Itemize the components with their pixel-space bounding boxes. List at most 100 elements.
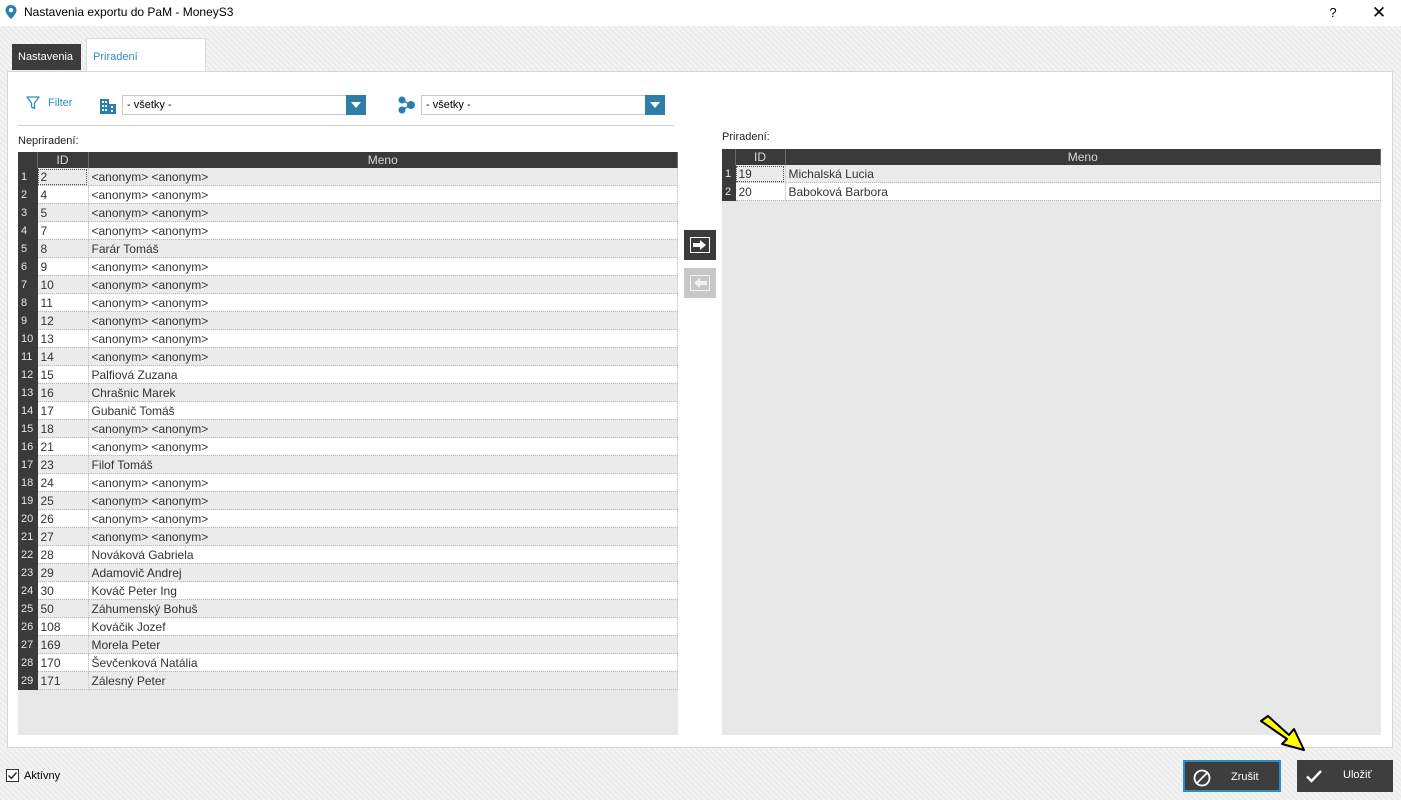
chevron-down-icon[interactable]	[645, 95, 665, 115]
table-row[interactable]: 17 23 Filof Tomáš	[18, 455, 678, 474]
table-row[interactable]: 19 25 <anonym> <anonym>	[18, 491, 678, 510]
cell-meno: <anonym> <anonym>	[88, 491, 678, 510]
table-row[interactable]: 28 170 Ševčenková Natália	[18, 653, 678, 672]
table-row[interactable]: 10 13 <anonym> <anonym>	[18, 329, 678, 348]
table-row[interactable]: 12 15 Palfiová Zuzana	[18, 365, 678, 384]
cell-id: 25	[37, 491, 89, 510]
chevron-down-icon[interactable]	[346, 95, 366, 115]
row-number: 4	[18, 221, 38, 240]
table-row[interactable]: 5 8 Farár Tomáš	[18, 239, 678, 258]
table-row[interactable]: 16 21 <anonym> <anonym>	[18, 437, 678, 456]
table-row[interactable]: 22 28 Nováková Gabriela	[18, 545, 678, 564]
assigned-grid[interactable]: ID Meno 1 19 Michalská Lucia 2 20 Baboková Ba…	[722, 149, 1381, 735]
table-row[interactable]: 15 18 <anonym> <anonym>	[18, 419, 678, 438]
row-number: 8	[18, 293, 38, 312]
window-title: Nastavenia exportu do PaM - MoneyS3	[24, 5, 234, 19]
unassign-button[interactable]	[684, 268, 716, 298]
title-bar: Nastavenia exportu do PaM - MoneyS3 ? ✕	[0, 0, 1401, 26]
cell-meno: <anonym> <anonym>	[88, 293, 678, 312]
table-row[interactable]: 3 5 <anonym> <anonym>	[18, 203, 678, 222]
cell-meno: Morela Peter	[88, 635, 678, 654]
cell-id: 9	[37, 257, 89, 276]
table-row[interactable]: 29 171 Zálesný Peter	[18, 671, 678, 690]
assign-button[interactable]	[684, 230, 716, 260]
cell-meno: Palfiová Zuzana	[88, 365, 678, 384]
group-combo[interactable]: - všetky -	[421, 95, 665, 115]
row-number: 18	[18, 473, 38, 492]
table-row[interactable]: 11 14 <anonym> <anonym>	[18, 347, 678, 366]
help-button[interactable]: ?	[1310, 0, 1356, 26]
cell-meno: <anonym> <anonym>	[88, 185, 678, 204]
cell-meno: <anonym> <anonym>	[88, 419, 678, 438]
building-icon	[100, 99, 116, 114]
cell-id: 11	[37, 293, 89, 312]
close-button[interactable]: ✕	[1356, 0, 1401, 26]
cell-meno: Kováčik Jozef	[88, 617, 678, 636]
table-row[interactable]: 23 29 Adamovič Andrej	[18, 563, 678, 582]
app-pin-icon	[5, 5, 17, 19]
save-button[interactable]: Uložiť	[1297, 760, 1393, 792]
cell-id: 19	[735, 165, 786, 183]
cell-meno: <anonym> <anonym>	[88, 347, 678, 366]
table-row[interactable]: 13 16 Chrašnic Marek	[18, 383, 678, 402]
cell-meno: Baboková Barbora	[785, 182, 1381, 201]
unassigned-grid[interactable]: ID Meno 1 2 <anonym> <anonym> 2 4 <anonym> <a…	[18, 152, 678, 735]
active-checkbox[interactable]	[6, 769, 19, 782]
table-row[interactable]: 1 19 Michalská Lucia	[722, 165, 1381, 183]
structure-icon	[398, 96, 415, 114]
column-header-meno[interactable]: Meno	[88, 152, 678, 168]
row-number: 5	[18, 239, 38, 258]
assigned-label: Priradení:	[722, 131, 770, 143]
arrow-right-icon	[690, 237, 710, 253]
table-row[interactable]: 14 17 Gubanič Tomáš	[18, 401, 678, 420]
cell-meno: <anonym> <anonym>	[88, 311, 678, 330]
cell-id: 15	[37, 365, 89, 384]
row-number: 25	[18, 599, 38, 618]
cancel-button-label: Zrušit	[1231, 771, 1259, 783]
tab-nastavenia[interactable]: Nastavenia	[12, 44, 81, 70]
table-row[interactable]: 6 9 <anonym> <anonym>	[18, 257, 678, 276]
cell-meno: <anonym> <anonym>	[88, 275, 678, 294]
table-row[interactable]: 21 27 <anonym> <anonym>	[18, 527, 678, 546]
cell-id: 30	[37, 581, 89, 600]
cell-id: 12	[37, 311, 89, 330]
table-row[interactable]: 27 169 Morela Peter	[18, 635, 678, 654]
table-row[interactable]: 9 12 <anonym> <anonym>	[18, 311, 678, 330]
cell-meno: <anonym> <anonym>	[88, 527, 678, 546]
table-row[interactable]: 24 30 Kováč Peter Ing	[18, 581, 678, 600]
cell-id: 5	[37, 203, 89, 222]
table-row[interactable]: 2 4 <anonym> <anonym>	[18, 185, 678, 204]
column-header-meno[interactable]: Meno	[785, 149, 1381, 165]
cell-meno: Ševčenková Natália	[88, 653, 678, 672]
cell-meno: Adamovič Andrej	[88, 563, 678, 582]
table-row[interactable]: 7 10 <anonym> <anonym>	[18, 275, 678, 294]
row-number: 10	[18, 329, 38, 348]
table-row[interactable]: 1 2 <anonym> <anonym>	[18, 168, 678, 186]
cell-id: 169	[37, 635, 89, 654]
table-row[interactable]: 8 11 <anonym> <anonym>	[18, 293, 678, 312]
column-header-id[interactable]: ID	[37, 152, 89, 168]
column-header-id[interactable]: ID	[735, 149, 786, 165]
table-row[interactable]: 18 24 <anonym> <anonym>	[18, 473, 678, 492]
row-number: 15	[18, 419, 38, 438]
filter-separator	[18, 125, 674, 126]
active-checkbox-label: Aktívny	[24, 770, 61, 782]
row-number: 24	[18, 581, 38, 600]
cell-meno: <anonym> <anonym>	[88, 473, 678, 492]
table-row[interactable]: 20 26 <anonym> <anonym>	[18, 509, 678, 528]
row-number: 2	[18, 185, 38, 204]
tab-priradeni-zamestnanci[interactable]: Priradení zamestnanci	[86, 38, 206, 99]
cell-meno: Farár Tomáš	[88, 239, 678, 258]
building-combo[interactable]: - všetky -	[122, 95, 366, 115]
table-row[interactable]: 25 50 Záhumenský Bohuš	[18, 599, 678, 618]
row-number: 3	[18, 203, 38, 222]
table-row[interactable]: 4 7 <anonym> <anonym>	[18, 221, 678, 240]
table-row[interactable]: 2 20 Baboková Barbora	[722, 182, 1381, 201]
cancel-button[interactable]: Zrušit	[1183, 760, 1281, 792]
cell-meno: Kováč Peter Ing	[88, 581, 678, 600]
filter-label: Filter	[48, 97, 73, 109]
row-number: 11	[18, 347, 38, 366]
cell-meno: <anonym> <anonym>	[88, 221, 678, 240]
cell-id: 27	[37, 527, 89, 546]
table-row[interactable]: 26 108 Kováčik Jozef	[18, 617, 678, 636]
